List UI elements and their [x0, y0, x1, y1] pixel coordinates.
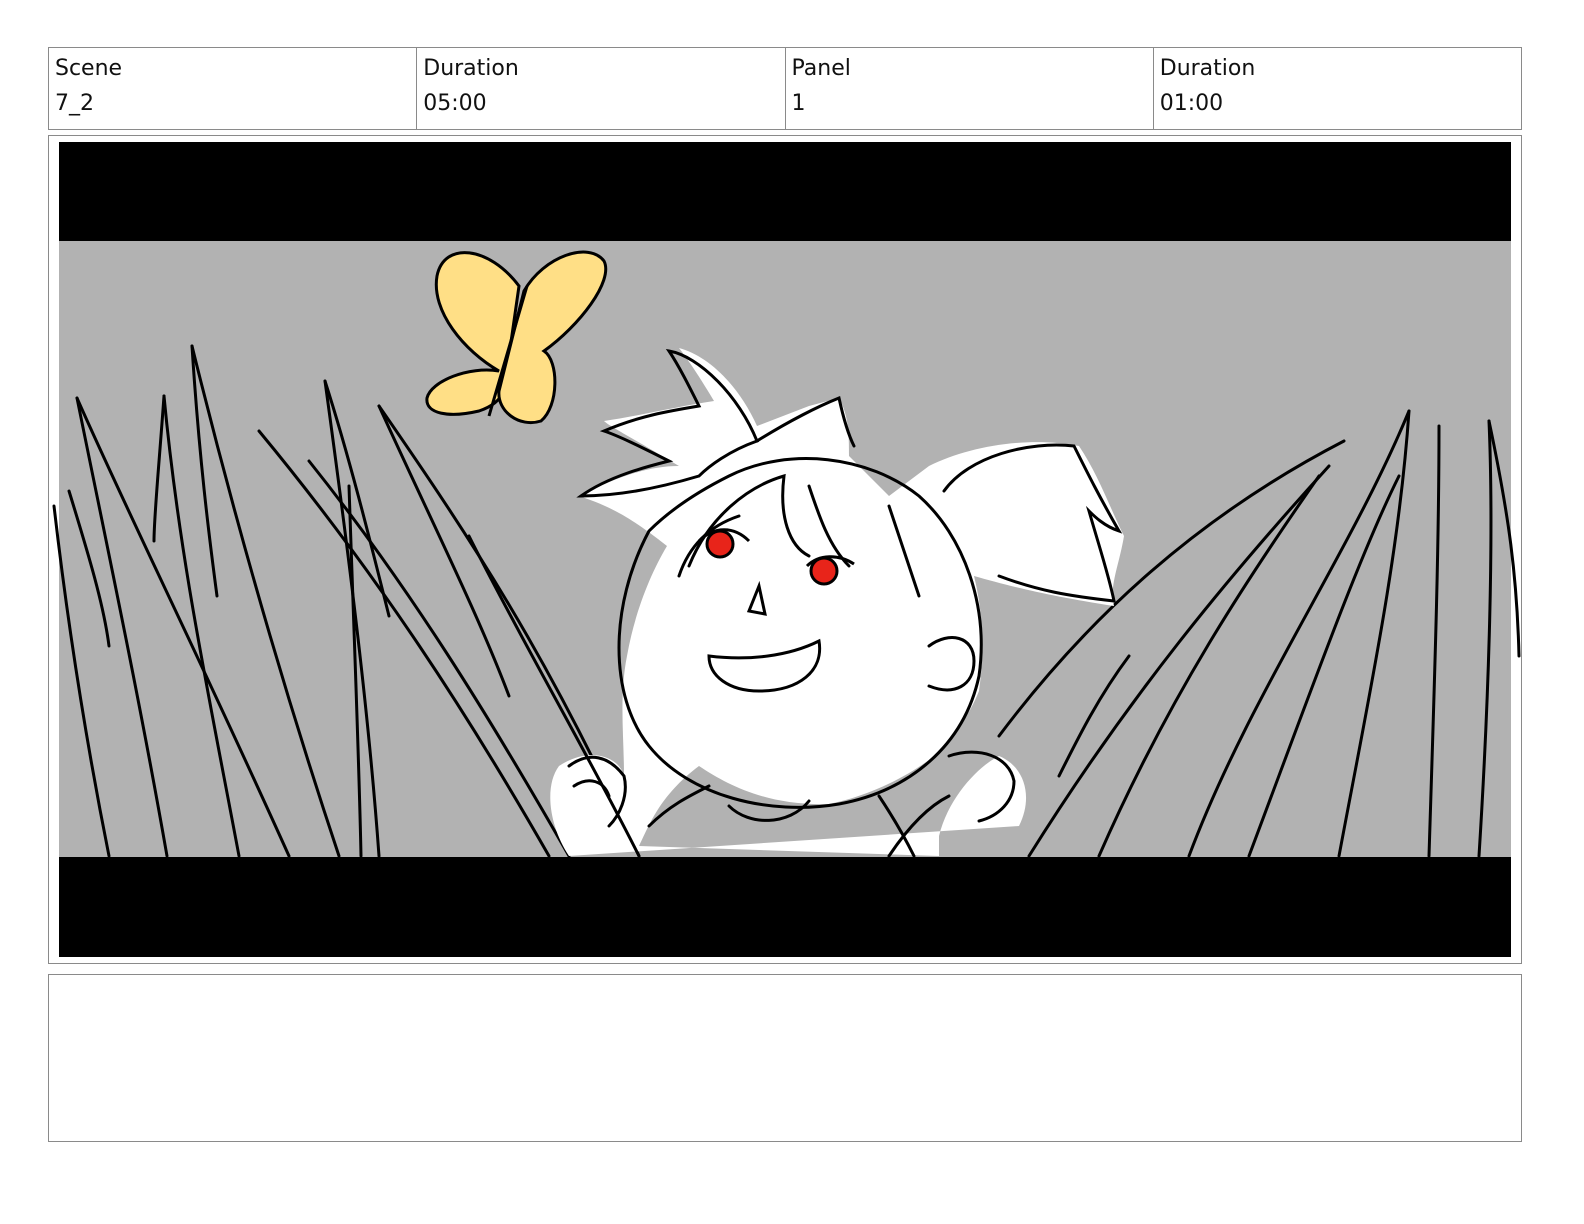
panel-header: Scene 7_2 Duration 05:00 Panel 1 Duratio…: [48, 47, 1522, 130]
scene-duration-value[interactable]: 05:00: [423, 90, 778, 118]
storyboard-drawing: [52, 142, 1521, 957]
scene-value[interactable]: 7_2: [55, 90, 410, 118]
panel-duration-value[interactable]: 01:00: [1160, 90, 1515, 118]
scene-duration-label: Duration: [423, 56, 519, 81]
scene-duration-cell: Duration 05:00: [417, 48, 786, 129]
left-eye: [705, 529, 735, 559]
panel-cell: Panel 1: [786, 48, 1154, 129]
letterbox-bottom: [59, 857, 1511, 957]
scene-label: Scene: [55, 56, 123, 81]
panel-label: Panel: [791, 56, 851, 81]
panel-duration-cell: Duration 01:00: [1154, 48, 1521, 129]
panel-duration-label: Duration: [1159, 56, 1256, 81]
panel-notes[interactable]: [48, 974, 1522, 1142]
scene-cell: Scene 7_2: [49, 48, 418, 129]
letterbox-top: [59, 142, 1511, 241]
panel-value[interactable]: 1: [792, 90, 1147, 118]
storyboard-frame[interactable]: [48, 135, 1522, 964]
